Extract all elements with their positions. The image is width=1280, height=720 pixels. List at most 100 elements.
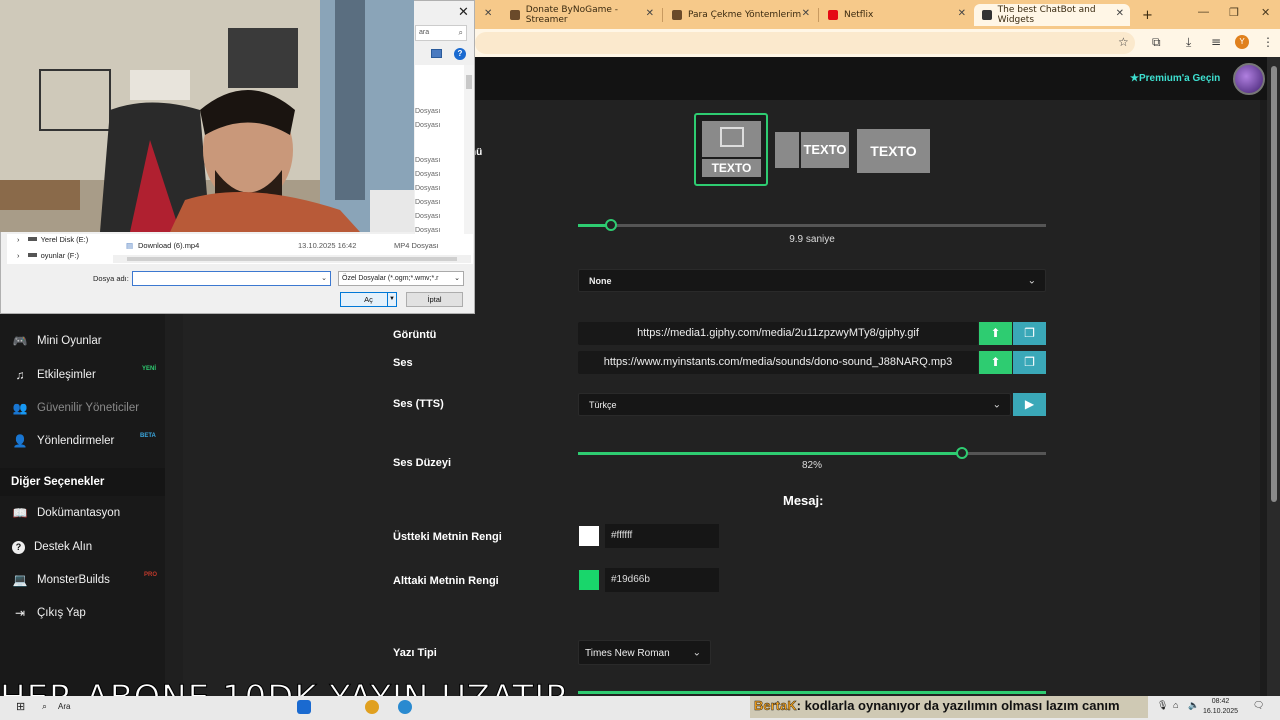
bottom-text-color-label: Alttaki Metnin Rengi xyxy=(393,575,499,587)
sidebar-item-mini-oyunlar[interactable]: 🎮 Mini Oyunlar xyxy=(12,332,102,350)
tab-netflix[interactable]: Netflix ✕ xyxy=(820,4,972,26)
tree-item-drive-e[interactable]: › Yerel Disk (E:) xyxy=(17,235,88,244)
sidebar-item-yonlendirmeler[interactable]: 👤 Yönlendirmeler xyxy=(12,432,115,450)
volume-icon[interactable]: 🔈 xyxy=(1188,700,1199,711)
tts-play-button[interactable]: ▶ xyxy=(1013,393,1046,416)
top-color-hex-field[interactable]: #ffffff xyxy=(605,524,719,548)
upload-image-button[interactable]: ⬆ xyxy=(979,322,1012,345)
font-select[interactable]: Times New Roman ⌄ xyxy=(578,640,711,665)
sidebar-item-monsterbuilds[interactable]: 💻 MonsterBuilds xyxy=(12,571,110,589)
windows-start-icon[interactable]: ⊞ xyxy=(16,700,25,713)
file-type-cell: Dosyası xyxy=(415,157,441,164)
bottom-color-hex-field[interactable]: #19d66b xyxy=(605,568,719,592)
dialog-scrollbar[interactable] xyxy=(464,65,474,253)
chatbot-favicon-icon xyxy=(982,10,992,20)
sidebar-item-label: Etkileşimler xyxy=(37,369,96,381)
sidebar-item-cikis[interactable]: ⇥ Çıkış Yap xyxy=(12,604,86,622)
minimize-icon[interactable]: — xyxy=(1198,6,1209,18)
download-icon[interactable]: ⤓ xyxy=(1186,35,1191,50)
image-url-field[interactable]: https://media1.giphy.com/media/2u11zpzwy… xyxy=(578,322,978,345)
dialog-search-input[interactable]: ara ⌕ xyxy=(415,25,467,41)
sidebar-item-dokumantasyon[interactable]: 📖 Dokümantasyon xyxy=(12,504,121,522)
user-avatar[interactable] xyxy=(1233,63,1265,95)
filter-value: Özel Dosyalar (*.ogm;*.wmv;*.r xyxy=(342,275,439,282)
new-badge: YENİ xyxy=(142,366,157,372)
help-icon[interactable]: ? xyxy=(454,48,466,60)
sidebar-section-title: Diğer Seçenekler xyxy=(0,468,165,496)
top-color-swatch[interactable] xyxy=(579,526,599,546)
chrome-app-icon[interactable] xyxy=(365,700,379,714)
edge-app-icon[interactable] xyxy=(398,700,412,714)
tab-partial-close[interactable]: ✕ xyxy=(480,4,492,26)
more-menu-icon[interactable]: ⋮ xyxy=(1262,35,1274,49)
tts-language-select[interactable]: Türkçe ⌄ xyxy=(578,393,1011,416)
clock-date: 16.10.2025 xyxy=(1203,708,1239,715)
premium-label: Premium'a Geçin xyxy=(1138,73,1221,84)
upload-sound-button[interactable]: ⬆ xyxy=(979,351,1012,374)
sidebar-item-label: MonsterBuilds xyxy=(37,574,110,586)
close-icon[interactable]: ✕ xyxy=(958,8,966,19)
premium-link[interactable]: ★Premium'a Geçin xyxy=(1130,73,1220,84)
sound-gallery-button[interactable]: ❐ xyxy=(1013,351,1046,374)
file-name-cell[interactable]: Download (6).mp4 xyxy=(138,241,199,250)
new-tab-button[interactable]: + xyxy=(1134,4,1154,26)
taskbar-search-text[interactable]: Ara xyxy=(58,702,70,711)
image-label: Görüntü xyxy=(393,329,437,341)
playlist-icon[interactable]: ≡ xyxy=(1211,35,1221,49)
sound-url-field[interactable]: https://www.myinstants.com/media/sounds/… xyxy=(578,351,978,374)
network-icon[interactable]: ⌂ xyxy=(1173,700,1178,710)
image-gallery-button[interactable]: ❐ xyxy=(1013,322,1046,345)
file-type-cell: Dosyası xyxy=(415,171,441,178)
clock-time: 08:42 xyxy=(1211,698,1230,705)
profile-avatar[interactable]: Y xyxy=(1235,35,1249,49)
sidebar-item-label: Destek Alın xyxy=(34,541,93,553)
scrollbar-thumb[interactable] xyxy=(1271,66,1277,502)
window-close-icon[interactable]: ✕ xyxy=(1261,6,1270,19)
open-button[interactable]: Aç ▼ xyxy=(340,292,397,307)
file-type-cell: Dosyası xyxy=(415,185,441,192)
question-icon: ? xyxy=(12,540,25,554)
file-type-cell: Dosyası xyxy=(415,199,441,206)
duration-slider-knob[interactable] xyxy=(605,219,617,231)
outlook-app-icon[interactable] xyxy=(297,700,311,714)
message-heading: Mesaj: xyxy=(783,493,824,508)
tab-chatbot[interactable]: The best ChatBot and Widgets ✕ xyxy=(974,4,1130,26)
bottom-color-swatch[interactable] xyxy=(579,570,599,590)
laptop-icon: 💻 xyxy=(12,573,28,587)
sidebar-item-guvenilir-yoneticiler[interactable]: 👥 Güvenilir Yöneticiler xyxy=(12,399,140,417)
close-icon[interactable]: ✕ xyxy=(802,8,810,19)
tab-donate[interactable]: Donate ByNoGame - Streamer ✕ xyxy=(502,4,660,26)
close-icon[interactable]: ✕ xyxy=(646,8,654,19)
extensions-icon[interactable]: ⧉ xyxy=(1152,35,1161,50)
tree-item-drive-f[interactable]: › oyunlar (F:) xyxy=(17,251,79,260)
dialog-horizontal-scrollbar[interactable] xyxy=(113,255,471,263)
layout-option-image-above[interactable]: TEXTO xyxy=(694,113,768,186)
address-bar[interactable] xyxy=(475,32,1135,54)
taskbar-clock[interactable]: 08:42 16.10.2025 xyxy=(1203,697,1238,717)
pro-badge: PRO xyxy=(144,572,158,578)
tab-para-cekme[interactable]: Para Çekme Yöntemlerim ✕ xyxy=(664,4,816,26)
sidebar-item-destek[interactable]: ? Destek Alın xyxy=(12,538,92,556)
file-type-filter[interactable]: Özel Dosyalar (*.ogm;*.wmv;*.r ⌄ xyxy=(338,271,464,286)
microphone-icon[interactable]: 🎙 xyxy=(1157,700,1168,711)
star-icon[interactable]: ☆ xyxy=(1118,35,1129,49)
layout-option-text-over[interactable]: TEXTO xyxy=(857,129,930,173)
tree-label: Yerel Disk (E:) xyxy=(40,235,89,244)
restore-icon[interactable]: ❐ xyxy=(1229,6,1239,19)
next-slider-track[interactable] xyxy=(578,691,1046,694)
taskbar-search-icon[interactable]: ⌕ xyxy=(42,701,47,712)
cancel-button[interactable]: İptal xyxy=(406,292,463,307)
filename-input[interactable]: ⌄ xyxy=(132,271,331,286)
volume-slider-knob[interactable] xyxy=(956,447,968,459)
chevron-down-icon[interactable]: ⌄ xyxy=(321,274,327,282)
notifications-icon[interactable]: 🗨 xyxy=(1253,700,1264,711)
close-icon[interactable]: ✕ xyxy=(1116,8,1124,19)
sidebar-item-label: Dokümantasyon xyxy=(37,507,121,519)
dropdown-arrow-icon[interactable]: ▼ xyxy=(387,293,396,306)
layout-option-image-left[interactable]: TEXTO xyxy=(774,132,850,168)
view-toggle-icon[interactable] xyxy=(431,49,442,58)
close-icon[interactable]: ✕ xyxy=(458,4,469,20)
animation-select[interactable]: None ⌄ xyxy=(578,269,1046,292)
duration-slider[interactable] xyxy=(578,224,1046,227)
sidebar-item-etkilesimler[interactable]: ♫ Etkileşimler xyxy=(12,366,96,384)
